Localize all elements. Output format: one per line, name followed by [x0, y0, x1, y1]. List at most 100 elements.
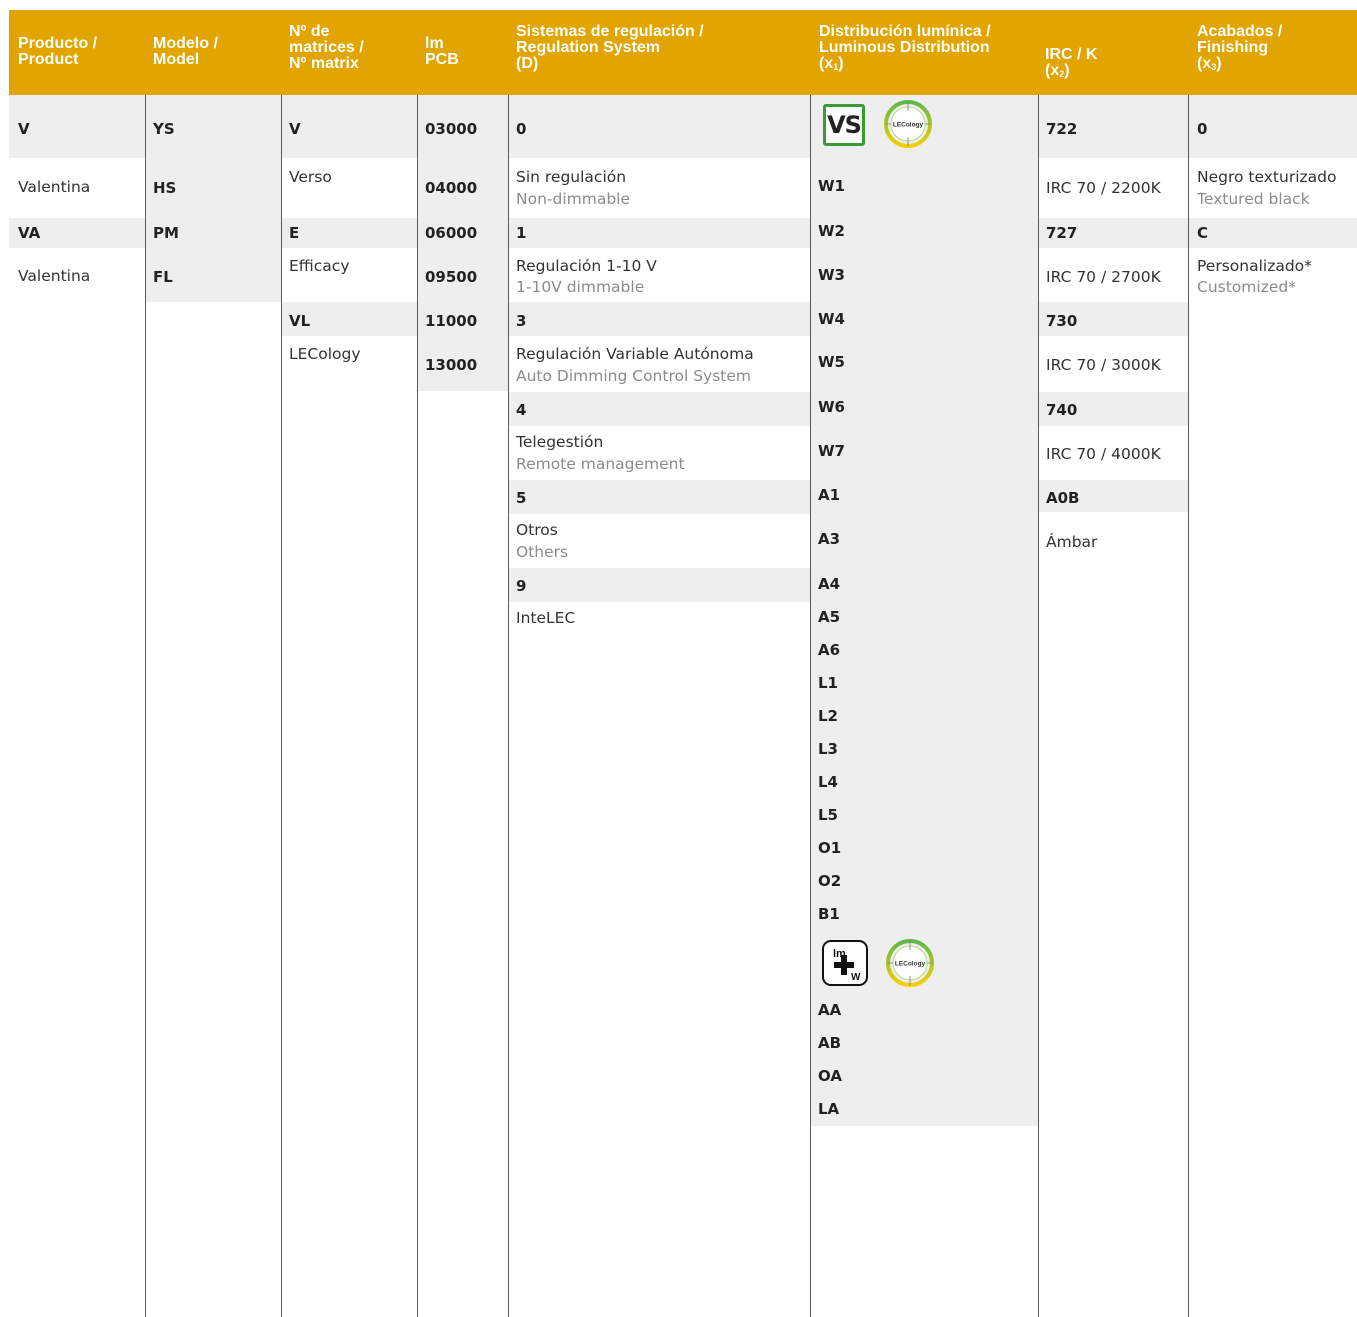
distribution-code: A5: [818, 608, 841, 626]
lm-value: 11000: [425, 312, 478, 330]
regulation-row-shade: [508, 392, 810, 426]
lecology-icon: LECology: [884, 100, 932, 148]
distribution-code: AB: [818, 1034, 842, 1052]
product-code: V: [18, 120, 30, 138]
regulation-code: 4: [516, 401, 527, 419]
distribution-code: L2: [818, 707, 838, 725]
distribution-code: A1: [818, 486, 841, 504]
lm-value: 03000: [425, 120, 478, 138]
finishing-row-shade: [1188, 218, 1357, 248]
distribution-code: O2: [818, 872, 842, 890]
model-code: FL: [153, 268, 173, 286]
svg-text:LECology: LECology: [895, 961, 926, 968]
distribution-code: A3: [818, 530, 841, 548]
header-product: Producto / Product: [18, 35, 98, 68]
column-divider: [1188, 95, 1189, 1317]
distribution-code: W2: [818, 222, 845, 240]
header-matrix: Nº de matrices / Nº matrix: [289, 23, 364, 72]
column-divider: [417, 95, 418, 1317]
irc-code: 730: [1046, 312, 1078, 330]
finishing-row-shade: [1188, 95, 1357, 158]
finishing-name-en: Textured black: [1197, 190, 1310, 208]
column-divider: [145, 95, 146, 1317]
regulation-name: Regulación 1-10 V: [516, 257, 657, 275]
column-divider: [508, 95, 509, 1317]
regulation-row-shade: [508, 95, 810, 158]
model-code: HS: [153, 179, 177, 197]
regulation-code: 0: [516, 120, 527, 138]
irc-code: 727: [1046, 224, 1078, 242]
regulation-name-en: 1-10V dimmable: [516, 278, 645, 296]
irc-name: Ámbar: [1046, 533, 1098, 551]
irc-code: 722: [1046, 120, 1078, 138]
product-name: Valentina: [18, 178, 91, 196]
regulation-row-shade: [508, 480, 810, 514]
svg-text:LECology: LECology: [893, 122, 924, 129]
regulation-name: Sin regulación: [516, 168, 627, 186]
irc-name: IRC 70 / 2200K: [1046, 179, 1161, 197]
header-model: Modelo / Model: [153, 35, 218, 68]
regulation-code: 1: [516, 224, 527, 242]
lm-value: 06000: [425, 224, 478, 242]
header-lm-pcb: lm PCB: [425, 35, 459, 68]
distribution-code: AA: [818, 1001, 842, 1019]
finishing-code: 0: [1197, 120, 1208, 138]
finishing-name-en: Customized*: [1197, 278, 1296, 296]
column-divider: [810, 95, 811, 1317]
regulation-name: Regulación Variable Autónoma: [516, 345, 754, 363]
regulation-code: 9: [516, 577, 527, 595]
lm-per-w-icon: lm W: [822, 940, 868, 986]
regulation-name-en: Others: [516, 543, 569, 561]
distribution-code: W1: [818, 177, 845, 195]
regulation-row-shade: [508, 568, 810, 602]
distribution-code: W6: [818, 398, 845, 416]
distribution-code: B1: [818, 905, 840, 923]
distribution-code: A4: [818, 575, 841, 593]
regulation-row-shade: [508, 218, 810, 248]
distribution-code: A6: [818, 641, 841, 659]
regulation-name-en: Non-dimmable: [516, 190, 631, 208]
distribution-code: W7: [818, 442, 845, 460]
matrix-row-shade: [281, 95, 417, 158]
lm-value: 04000: [425, 179, 478, 197]
matrix-name: LECology: [289, 345, 361, 363]
matrix-code: V: [289, 120, 301, 138]
regulation-row-shade: [508, 302, 810, 336]
model-code: YS: [153, 120, 175, 138]
irc-code: 740: [1046, 401, 1078, 419]
header-finishing: Acabados / Finishing (x3): [1197, 23, 1283, 72]
matrix-name: Efficacy: [289, 257, 350, 275]
lm-value: 09500: [425, 268, 478, 286]
matrix-code: VL: [289, 312, 311, 330]
vs-badge-icon: VS: [823, 104, 865, 146]
regulation-name: InteLEC: [516, 609, 576, 627]
lm-row-shade: [417, 95, 508, 391]
finishing-name: Negro texturizado: [1197, 168, 1337, 186]
regulation-name-en: Remote management: [516, 455, 685, 473]
column-divider: [1038, 95, 1039, 1317]
distribution-code: L4: [818, 773, 838, 791]
distribution-code: L1: [818, 674, 838, 692]
model-code: PM: [153, 224, 179, 242]
distribution-code: OA: [818, 1067, 842, 1085]
product-code: VA: [18, 224, 41, 242]
regulation-name: Otros: [516, 521, 558, 539]
irc-code: A0B: [1046, 489, 1080, 507]
lm-value: 13000: [425, 356, 478, 374]
distribution-code: L3: [818, 740, 838, 758]
finishing-name: Personalizado*: [1197, 257, 1312, 275]
regulation-name: Telegestión: [516, 433, 604, 451]
column-divider: [281, 95, 282, 1317]
matrix-code: E: [289, 224, 300, 242]
product-name: Valentina: [18, 267, 91, 285]
distribution-code: W4: [818, 310, 845, 328]
header-regulation: Sistemas de regulación / Regulation Syst…: [516, 23, 704, 72]
irc-name: IRC 70 / 4000K: [1046, 445, 1161, 463]
regulation-code: 3: [516, 312, 527, 330]
distribution-code: LA: [818, 1100, 840, 1118]
finishing-code: C: [1197, 224, 1209, 242]
svg-text:W: W: [851, 972, 861, 983]
regulation-code: 5: [516, 489, 527, 507]
distribution-code: W5: [818, 353, 845, 371]
irc-name: IRC 70 / 3000K: [1046, 356, 1161, 374]
